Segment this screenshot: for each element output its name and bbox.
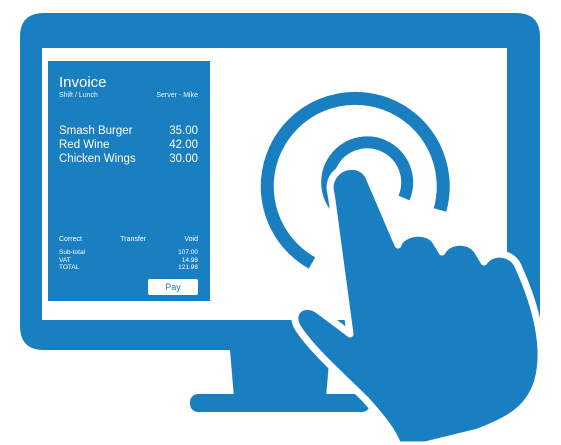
item-name: Red Wine [59,139,110,151]
total-label: TOTAL [59,264,80,271]
item-price: 42.00 [169,139,198,151]
item-price: 35.00 [169,125,198,137]
item-price: 30.00 [169,153,198,165]
item-name: Smash Burger [59,125,133,137]
subtotal-value: 107.00 [178,249,198,256]
item-name: Chicken Wings [59,153,136,165]
vat-row: VAT 14.98 [59,257,198,265]
void-button[interactable]: Void [184,235,198,244]
list-item[interactable]: Red Wine 42.00 [59,138,198,152]
correct-button[interactable]: Correct [59,235,82,244]
vat-label: VAT [59,256,71,264]
server-label: Server - Mike [156,92,198,99]
transfer-button[interactable]: Transfer [120,235,146,244]
shift-label: Shift / Lunch [59,92,98,99]
list-item[interactable]: Smash Burger 35.00 [59,124,198,138]
invoice-items: Smash Burger 35.00 Red Wine 42.00 Chicke… [59,124,198,166]
total-value: 121.98 [178,264,198,271]
invoice-title: Invoice [59,74,107,91]
total-row: TOTAL 121.98 [59,264,198,272]
invoice-panel: Invoice Shift / Lunch Server - Mike Smas… [48,61,210,301]
vat-value: 14.98 [181,256,198,264]
invoice-totals: Sub-total 107.00 VAT 14.98 TOTAL 121.98 [59,249,198,272]
subtotal-row: Sub-total 107.00 [59,249,198,257]
subtotal-label: Sub-total [59,249,86,256]
pay-button[interactable]: Pay [148,279,198,295]
list-item[interactable]: Chicken Wings 30.00 [59,152,198,166]
invoice-actions: Correct Transfer Void [59,235,198,244]
